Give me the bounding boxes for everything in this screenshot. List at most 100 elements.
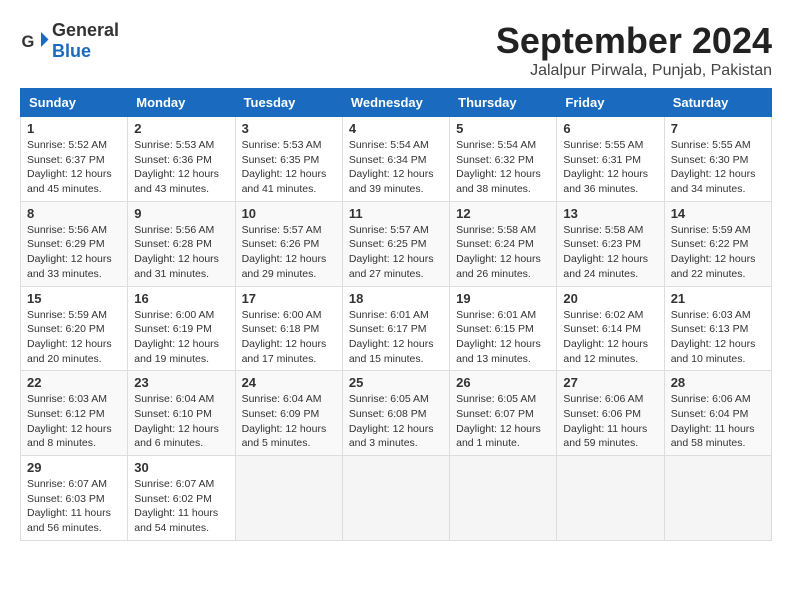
calendar-day-cell: 19 Sunrise: 6:01 AMSunset: 6:15 PMDaylig… bbox=[450, 286, 557, 371]
calendar-day-cell: 29 Sunrise: 6:07 AMSunset: 6:03 PMDaylig… bbox=[21, 456, 128, 541]
col-saturday: Saturday bbox=[664, 89, 771, 117]
calendar-day-cell: 7 Sunrise: 5:55 AMSunset: 6:30 PMDayligh… bbox=[664, 117, 771, 202]
calendar-day-cell: 18 Sunrise: 6:01 AMSunset: 6:17 PMDaylig… bbox=[342, 286, 449, 371]
day-info: Sunrise: 6:06 AMSunset: 6:04 PMDaylight:… bbox=[671, 393, 755, 449]
calendar-day-cell: 17 Sunrise: 6:00 AMSunset: 6:18 PMDaylig… bbox=[235, 286, 342, 371]
day-info: Sunrise: 6:04 AMSunset: 6:09 PMDaylight:… bbox=[242, 393, 327, 449]
calendar-week-row: 22 Sunrise: 6:03 AMSunset: 6:12 PMDaylig… bbox=[21, 371, 772, 456]
day-number: 29 bbox=[27, 460, 121, 475]
day-info: Sunrise: 5:58 AMSunset: 6:23 PMDaylight:… bbox=[563, 224, 648, 280]
day-number: 4 bbox=[349, 121, 443, 136]
day-number: 5 bbox=[456, 121, 550, 136]
day-number: 16 bbox=[134, 291, 228, 306]
day-info: Sunrise: 5:55 AMSunset: 6:30 PMDaylight:… bbox=[671, 139, 756, 195]
title-block: September 2024 Jalalpur Pirwala, Punjab,… bbox=[496, 20, 772, 80]
calendar-day-cell: 9 Sunrise: 5:56 AMSunset: 6:28 PMDayligh… bbox=[128, 201, 235, 286]
calendar-day-cell: 24 Sunrise: 6:04 AMSunset: 6:09 PMDaylig… bbox=[235, 371, 342, 456]
page-header: G General Blue September 2024 Jalalpur P… bbox=[20, 20, 772, 80]
calendar-day-cell: 14 Sunrise: 5:59 AMSunset: 6:22 PMDaylig… bbox=[664, 201, 771, 286]
calendar-day-cell: 12 Sunrise: 5:58 AMSunset: 6:24 PMDaylig… bbox=[450, 201, 557, 286]
calendar-day-cell: 3 Sunrise: 5:53 AMSunset: 6:35 PMDayligh… bbox=[235, 117, 342, 202]
calendar-week-row: 1 Sunrise: 5:52 AMSunset: 6:37 PMDayligh… bbox=[21, 117, 772, 202]
calendar-day-cell: 4 Sunrise: 5:54 AMSunset: 6:34 PMDayligh… bbox=[342, 117, 449, 202]
calendar-week-row: 15 Sunrise: 5:59 AMSunset: 6:20 PMDaylig… bbox=[21, 286, 772, 371]
calendar-table: Sunday Monday Tuesday Wednesday Thursday… bbox=[20, 88, 772, 541]
day-info: Sunrise: 6:03 AMSunset: 6:12 PMDaylight:… bbox=[27, 393, 112, 449]
day-info: Sunrise: 6:01 AMSunset: 6:17 PMDaylight:… bbox=[349, 309, 434, 365]
day-info: Sunrise: 6:04 AMSunset: 6:10 PMDaylight:… bbox=[134, 393, 219, 449]
calendar-day-cell bbox=[235, 456, 342, 541]
calendar-day-cell: 21 Sunrise: 6:03 AMSunset: 6:13 PMDaylig… bbox=[664, 286, 771, 371]
calendar-day-cell: 2 Sunrise: 5:53 AMSunset: 6:36 PMDayligh… bbox=[128, 117, 235, 202]
day-number: 20 bbox=[563, 291, 657, 306]
day-number: 30 bbox=[134, 460, 228, 475]
col-tuesday: Tuesday bbox=[235, 89, 342, 117]
svg-text:G: G bbox=[22, 33, 35, 51]
calendar-day-cell: 13 Sunrise: 5:58 AMSunset: 6:23 PMDaylig… bbox=[557, 201, 664, 286]
day-info: Sunrise: 5:53 AMSunset: 6:35 PMDaylight:… bbox=[242, 139, 327, 195]
day-number: 9 bbox=[134, 206, 228, 221]
day-number: 12 bbox=[456, 206, 550, 221]
calendar-day-cell: 15 Sunrise: 5:59 AMSunset: 6:20 PMDaylig… bbox=[21, 286, 128, 371]
col-wednesday: Wednesday bbox=[342, 89, 449, 117]
calendar-week-row: 29 Sunrise: 6:07 AMSunset: 6:03 PMDaylig… bbox=[21, 456, 772, 541]
day-info: Sunrise: 5:57 AMSunset: 6:26 PMDaylight:… bbox=[242, 224, 327, 280]
day-number: 8 bbox=[27, 206, 121, 221]
header-row: Sunday Monday Tuesday Wednesday Thursday… bbox=[21, 89, 772, 117]
day-number: 3 bbox=[242, 121, 336, 136]
day-info: Sunrise: 6:00 AMSunset: 6:19 PMDaylight:… bbox=[134, 309, 219, 365]
day-info: Sunrise: 5:52 AMSunset: 6:37 PMDaylight:… bbox=[27, 139, 112, 195]
calendar-day-cell: 8 Sunrise: 5:56 AMSunset: 6:29 PMDayligh… bbox=[21, 201, 128, 286]
calendar-day-cell: 23 Sunrise: 6:04 AMSunset: 6:10 PMDaylig… bbox=[128, 371, 235, 456]
day-info: Sunrise: 5:56 AMSunset: 6:29 PMDaylight:… bbox=[27, 224, 112, 280]
day-number: 15 bbox=[27, 291, 121, 306]
calendar-day-cell: 26 Sunrise: 6:05 AMSunset: 6:07 PMDaylig… bbox=[450, 371, 557, 456]
day-number: 17 bbox=[242, 291, 336, 306]
day-info: Sunrise: 6:07 AMSunset: 6:03 PMDaylight:… bbox=[27, 478, 111, 534]
day-info: Sunrise: 6:05 AMSunset: 6:08 PMDaylight:… bbox=[349, 393, 434, 449]
day-number: 6 bbox=[563, 121, 657, 136]
day-info: Sunrise: 5:57 AMSunset: 6:25 PMDaylight:… bbox=[349, 224, 434, 280]
day-number: 27 bbox=[563, 375, 657, 390]
calendar-day-cell bbox=[664, 456, 771, 541]
calendar-day-cell: 20 Sunrise: 6:02 AMSunset: 6:14 PMDaylig… bbox=[557, 286, 664, 371]
day-info: Sunrise: 5:56 AMSunset: 6:28 PMDaylight:… bbox=[134, 224, 219, 280]
col-friday: Friday bbox=[557, 89, 664, 117]
day-info: Sunrise: 6:06 AMSunset: 6:06 PMDaylight:… bbox=[563, 393, 647, 449]
calendar-day-cell: 30 Sunrise: 6:07 AMSunset: 6:02 PMDaylig… bbox=[128, 456, 235, 541]
calendar-day-cell: 11 Sunrise: 5:57 AMSunset: 6:25 PMDaylig… bbox=[342, 201, 449, 286]
logo-text: General Blue bbox=[52, 20, 119, 62]
day-info: Sunrise: 5:59 AMSunset: 6:20 PMDaylight:… bbox=[27, 309, 112, 365]
day-info: Sunrise: 6:03 AMSunset: 6:13 PMDaylight:… bbox=[671, 309, 756, 365]
calendar-day-cell: 16 Sunrise: 6:00 AMSunset: 6:19 PMDaylig… bbox=[128, 286, 235, 371]
day-number: 1 bbox=[27, 121, 121, 136]
day-number: 28 bbox=[671, 375, 765, 390]
calendar-day-cell: 6 Sunrise: 5:55 AMSunset: 6:31 PMDayligh… bbox=[557, 117, 664, 202]
logo-icon: G bbox=[20, 26, 50, 56]
day-number: 2 bbox=[134, 121, 228, 136]
logo: G General Blue bbox=[20, 20, 119, 62]
day-info: Sunrise: 6:02 AMSunset: 6:14 PMDaylight:… bbox=[563, 309, 648, 365]
day-info: Sunrise: 6:05 AMSunset: 6:07 PMDaylight:… bbox=[456, 393, 541, 449]
day-info: Sunrise: 5:53 AMSunset: 6:36 PMDaylight:… bbox=[134, 139, 219, 195]
calendar-day-cell: 10 Sunrise: 5:57 AMSunset: 6:26 PMDaylig… bbox=[235, 201, 342, 286]
day-number: 22 bbox=[27, 375, 121, 390]
day-info: Sunrise: 5:59 AMSunset: 6:22 PMDaylight:… bbox=[671, 224, 756, 280]
day-number: 11 bbox=[349, 206, 443, 221]
calendar-day-cell bbox=[342, 456, 449, 541]
day-number: 13 bbox=[563, 206, 657, 221]
day-number: 24 bbox=[242, 375, 336, 390]
calendar-day-cell bbox=[557, 456, 664, 541]
day-info: Sunrise: 6:00 AMSunset: 6:18 PMDaylight:… bbox=[242, 309, 327, 365]
calendar-day-cell: 22 Sunrise: 6:03 AMSunset: 6:12 PMDaylig… bbox=[21, 371, 128, 456]
calendar-day-cell: 1 Sunrise: 5:52 AMSunset: 6:37 PMDayligh… bbox=[21, 117, 128, 202]
day-info: Sunrise: 6:07 AMSunset: 6:02 PMDaylight:… bbox=[134, 478, 218, 534]
calendar-day-cell: 28 Sunrise: 6:06 AMSunset: 6:04 PMDaylig… bbox=[664, 371, 771, 456]
calendar-day-cell: 25 Sunrise: 6:05 AMSunset: 6:08 PMDaylig… bbox=[342, 371, 449, 456]
calendar-day-cell bbox=[450, 456, 557, 541]
day-info: Sunrise: 6:01 AMSunset: 6:15 PMDaylight:… bbox=[456, 309, 541, 365]
month-title: September 2024 bbox=[496, 20, 772, 62]
day-number: 25 bbox=[349, 375, 443, 390]
day-info: Sunrise: 5:54 AMSunset: 6:32 PMDaylight:… bbox=[456, 139, 541, 195]
col-thursday: Thursday bbox=[450, 89, 557, 117]
